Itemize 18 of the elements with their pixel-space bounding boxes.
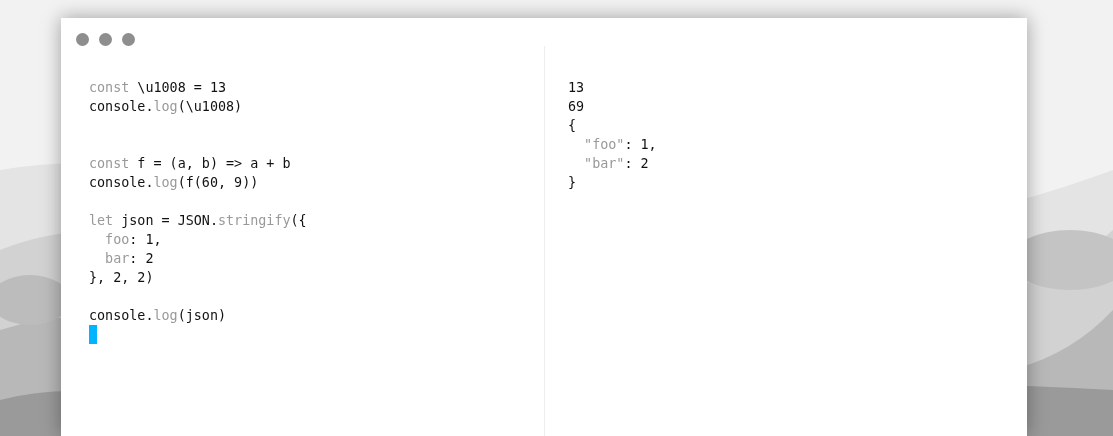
window-control-button[interactable] [122, 33, 135, 46]
code-line: let json = JSON.stringify({ [89, 212, 308, 230]
code-line: const \u1008 = 13 [89, 79, 228, 97]
output-line: "foo": 1, [583, 136, 658, 154]
code-line: const f = (a, b) => a + b [89, 155, 292, 173]
code-line: console.log(f(60, 9)) [89, 174, 260, 192]
output-line: "bar": 2 [583, 155, 650, 173]
code-line: }, 2, 2) [89, 269, 155, 287]
window-control-button[interactable] [99, 33, 112, 46]
code-line: console.log(\u1008) [89, 98, 244, 116]
output-line: { [568, 117, 578, 135]
output-line: 13 [568, 79, 586, 97]
code-line: console.log(json) [89, 307, 228, 325]
output-line: 69 [568, 98, 586, 116]
code-line: foo: 1, [104, 231, 163, 249]
code-line: bar: 2 [104, 250, 155, 268]
output-line: } [568, 174, 578, 192]
window-control-button[interactable] [76, 33, 89, 46]
